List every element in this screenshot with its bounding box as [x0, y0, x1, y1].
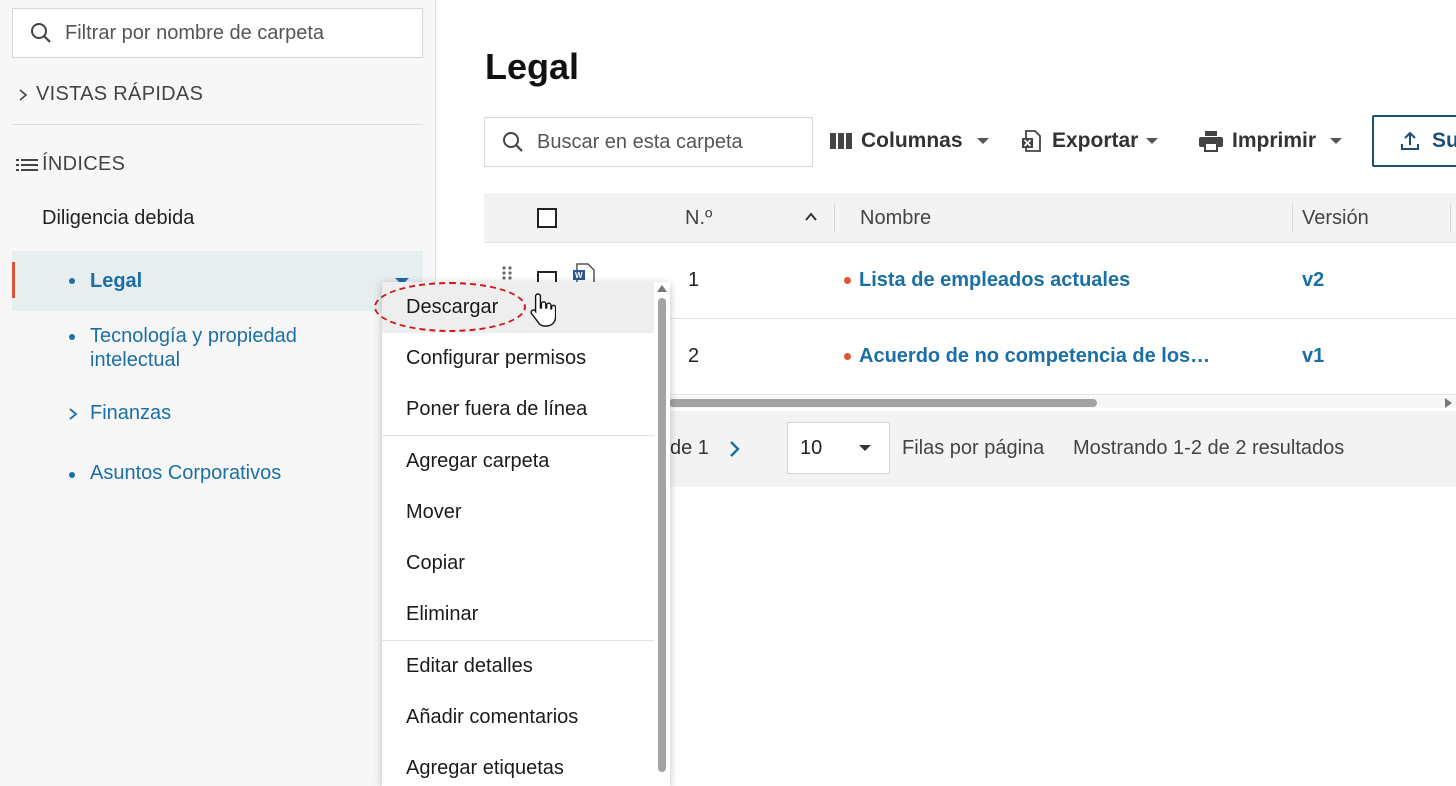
sidebar-item-label: Finanzas — [90, 402, 172, 424]
document-name[interactable]: Acuerdo de no competencia de los… — [859, 345, 1210, 368]
select-all-checkbox[interactable] — [537, 208, 557, 228]
caret-down-icon — [1146, 138, 1159, 144]
table-header: N.º Nombre Versión — [484, 193, 1456, 243]
scroll-up-arrow-icon[interactable] — [657, 285, 667, 292]
folder-filter-box[interactable] — [12, 8, 423, 58]
column-separator — [1450, 203, 1451, 233]
scrollbar-thumb[interactable] — [669, 399, 1097, 407]
search-icon — [31, 23, 51, 43]
list-icon — [16, 158, 38, 171]
version-link[interactable]: v1 — [1302, 345, 1324, 368]
printer-icon — [1199, 131, 1223, 152]
selected-accent-bar — [12, 262, 15, 298]
columns-label: Columnas — [861, 129, 963, 152]
print-label: Imprimir — [1232, 129, 1317, 152]
search-icon — [503, 132, 523, 152]
menu-scrollbar[interactable] — [654, 282, 670, 786]
sidebar-item-label: Tecnología y propiedad intelectual — [90, 325, 297, 371]
print-button[interactable]: Imprimir — [1198, 129, 1343, 153]
scroll-right-arrow-icon[interactable] — [1445, 398, 1452, 408]
results-count: Mostrando 1-2 de 2 resultados — [1073, 437, 1345, 459]
menu-item-edit-details[interactable]: Editar detalles — [382, 641, 654, 692]
export-label: Exportar — [1052, 129, 1139, 152]
document-name-link[interactable]: Acuerdo de no competencia de los… — [844, 345, 1210, 368]
caret-down-icon — [1330, 138, 1343, 144]
sidebar-item-legal[interactable]: Legal — [12, 251, 423, 311]
upload-button[interactable]: Su — [1372, 115, 1456, 167]
column-header-version[interactable]: Versión — [1302, 207, 1369, 230]
quick-views-label: VISTAS RÁPIDAS — [36, 83, 204, 105]
sidebar: VISTAS RÁPIDAS ÍNDICES Diligencia debida… — [0, 0, 436, 786]
bullet-icon — [69, 472, 75, 478]
folder-search-box[interactable] — [484, 117, 813, 167]
bullet-icon — [69, 278, 75, 284]
columns-button[interactable]: Columnas — [829, 129, 989, 153]
row-number: 1 — [688, 269, 700, 291]
status-dot — [844, 277, 851, 284]
upload-label: Su — [1432, 129, 1456, 152]
bullet-icon — [69, 334, 75, 340]
folder-filter-input[interactable] — [65, 21, 395, 45]
column-header-number[interactable]: N.º — [685, 207, 712, 230]
status-dot — [844, 353, 851, 360]
export-button[interactable]: Exportar — [1020, 129, 1159, 153]
menu-item-take-offline[interactable]: Poner fuera de línea — [382, 384, 654, 435]
version-link[interactable]: v2 — [1302, 269, 1324, 292]
rows-per-page-value: 10 — [800, 437, 823, 459]
drag-handle-icon[interactable] — [500, 265, 514, 281]
chevron-right-icon — [69, 408, 78, 420]
rows-per-page-select[interactable]: 10 — [787, 422, 890, 474]
rows-per-page-label: Filas por página — [902, 437, 1045, 459]
tree-parent-due-diligence[interactable]: Diligencia debida — [42, 207, 194, 230]
row-number: 2 — [688, 345, 700, 367]
menu-item-move[interactable]: Mover — [382, 487, 654, 538]
menu-item-copy[interactable]: Copiar — [382, 538, 654, 589]
columns-icon — [830, 133, 852, 149]
page-of-text: de 1 — [670, 437, 709, 459]
column-header-name[interactable]: Nombre — [860, 207, 931, 230]
highlight-annotation — [374, 282, 526, 332]
excel-export-icon — [1022, 130, 1041, 152]
menu-item-add-tags[interactable]: Agregar etiquetas — [382, 743, 654, 786]
sidebar-item-label: Legal — [90, 269, 143, 292]
menu-item-add-comments[interactable]: Añadir comentarios — [382, 692, 654, 743]
context-menu: Descargar Configurar permisos Poner fuer… — [382, 282, 670, 786]
sidebar-item-label: Asuntos Corporativos — [90, 462, 282, 484]
page-title: Legal — [485, 46, 580, 87]
menu-item-add-folder[interactable]: Agregar carpeta — [382, 436, 654, 487]
sort-ascending-icon[interactable] — [804, 211, 818, 223]
scrollbar-thumb[interactable] — [658, 298, 666, 772]
column-separator — [834, 203, 835, 233]
next-page-chevron-icon[interactable] — [728, 439, 742, 459]
caret-down-icon — [859, 445, 871, 451]
upload-icon — [1401, 131, 1419, 150]
sidebar-divider — [12, 124, 423, 125]
svg-text:W: W — [575, 271, 583, 280]
indexes-label: ÍNDICES — [42, 153, 126, 175]
document-name-link[interactable]: Lista de empleados actuales — [844, 269, 1130, 292]
sidebar-item-finance[interactable]: Finanzas — [12, 402, 423, 425]
sidebar-item-technology[interactable]: Tecnología y propiedad intelectual — [12, 324, 312, 372]
indexes-toggle[interactable]: ÍNDICES — [16, 153, 125, 176]
menu-item-configure-permissions[interactable]: Configurar permisos — [382, 333, 654, 384]
hand-cursor-icon — [530, 293, 556, 327]
menu-item-delete[interactable]: Eliminar — [382, 589, 654, 640]
folder-search-input[interactable] — [537, 130, 797, 154]
sidebar-item-corporate-affairs[interactable]: Asuntos Corporativos — [12, 462, 423, 485]
quick-views-toggle[interactable]: VISTAS RÁPIDAS — [16, 83, 203, 106]
document-name[interactable]: Lista de empleados actuales — [859, 269, 1130, 292]
caret-down-icon — [976, 138, 989, 144]
column-separator — [1292, 203, 1293, 233]
chevron-right-icon — [19, 88, 28, 101]
